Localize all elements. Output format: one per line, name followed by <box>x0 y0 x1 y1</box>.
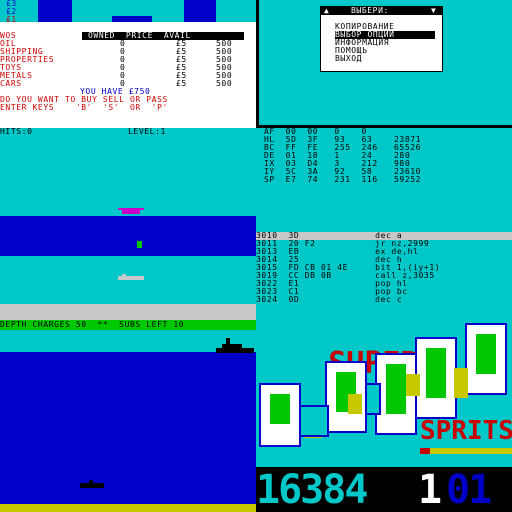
helicopter-sprite <box>118 208 144 214</box>
divider <box>256 0 259 128</box>
option-menu: ▲ ВЫБЕРИ: ▼ КОПИРОВАНИЕ ВЫБОР ОПЦИИ ИНФОРМ… <box>320 6 443 72</box>
depth-charge-sprite <box>137 241 142 248</box>
menu-screen: ▲ ВЫБЕРИ: ▼ КОПИРОВАНИЕ ВЫБОР ОПЦИИ ИНФОРМ… <box>256 0 512 128</box>
color-bar <box>38 0 72 22</box>
color-bar <box>184 0 216 22</box>
commodity-name: CARS <box>0 79 22 88</box>
sea-area <box>0 216 256 256</box>
commodity-avail: 500 <box>216 79 233 88</box>
menu-item[interactable]: ВЫХОД <box>335 55 435 63</box>
down-arrow-icon: ▼ <box>431 6 437 15</box>
submarine-game-hud: HITS:0 LEVEL:1 <box>0 128 256 216</box>
color-bar <box>72 16 112 22</box>
depth-charges-game: DEPTH CHARGES 50 ** SUBS LEFT 10 <box>0 256 256 512</box>
trading-game-panel: £3 £2 £1 WOS OWNED PRICE AVAIL OIL 0 £5 500… <box>0 0 256 128</box>
register-dump: AF 00 00 0 0 HL 5D 3F 93 63 23871 BC FF FE… <box>256 128 512 232</box>
sprits-title: SPRITS <box>420 416 512 446</box>
register-line: SP E7 74 231 116 59252 <box>264 175 422 184</box>
up-arrow-icon: ▲ <box>324 6 330 15</box>
underline-bar <box>420 448 430 454</box>
memory-counter: 16384 <box>256 467 368 512</box>
enter-keys-prompt: ENTER KEYS 'B' 'S' OR 'P' <box>0 103 168 112</box>
underline-bar <box>420 448 512 454</box>
horizon-band <box>0 304 256 320</box>
disassembly-line: 3024 0D dec c <box>256 295 403 304</box>
super-sprites-promo: SUPER SPRITS 16384 1 01 <box>256 312 512 512</box>
depth-charges-status: DEPTH CHARGES 50 ** SUBS LEFT 10 <box>0 320 185 329</box>
disassembly-listing: 3010 3D dec a 3011 20 F2 jr nz,2999 3013 E… <box>256 232 512 312</box>
menu-title: ВЫБЕРИ: <box>351 6 389 15</box>
color-bar <box>152 0 184 22</box>
submarine-sprite <box>118 274 144 280</box>
menu-title-bar: ▲ ВЫБЕРИ: ▼ <box>321 7 442 15</box>
money-line: £1 <box>6 15 17 24</box>
destroyer-ship-sprite <box>216 338 254 353</box>
hits-counter: HITS:0 <box>0 128 33 136</box>
level-indicator: LEVEL:1 <box>128 128 166 136</box>
seabed <box>0 504 256 512</box>
digit-pair: 01 <box>446 467 492 512</box>
color-bar <box>112 16 152 22</box>
commodity-price: £5 <box>176 79 187 88</box>
enemy-submarine-sprite <box>80 480 104 488</box>
digit-one: 1 <box>418 467 443 512</box>
